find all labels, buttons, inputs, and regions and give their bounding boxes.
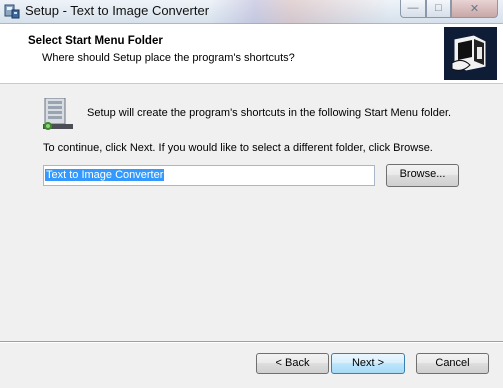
start-menu-folder-icon	[43, 98, 73, 130]
maximize-button[interactable]: □	[426, 0, 451, 18]
installer-computer-icon	[444, 27, 497, 80]
cancel-button[interactable]: Cancel	[416, 353, 489, 374]
browse-button[interactable]: Browse...	[386, 164, 459, 187]
minimize-icon: —	[407, 2, 419, 14]
page-subtitle: Where should Setup place the program's s…	[42, 52, 295, 64]
folder-input-selected-text: Text to Image Converter	[45, 169, 165, 181]
setup-app-icon	[4, 4, 20, 19]
back-button[interactable]: < Back	[256, 353, 329, 374]
shortcut-info-text: Setup will create the program's shortcut…	[87, 107, 452, 119]
next-button[interactable]: Next >	[331, 353, 405, 374]
wizard-header: Select Start Menu Folder Where should Se…	[0, 24, 503, 84]
titlebar-background-blur	[210, 0, 390, 24]
close-button[interactable]: ✕	[451, 0, 498, 18]
page-title: Select Start Menu Folder	[28, 35, 163, 47]
close-icon: ✕	[469, 3, 480, 15]
window-title: Setup - Text to Image Converter	[25, 3, 210, 18]
start-menu-folder-input[interactable]: Text to Image Converter	[43, 165, 375, 186]
footer-separator	[0, 341, 503, 343]
title-bar[interactable]: Setup - Text to Image Converter — □ ✕	[0, 0, 503, 24]
minimize-button[interactable]: —	[400, 0, 426, 18]
maximize-icon: □	[435, 2, 442, 14]
instruction-text: To continue, click Next. If you would li…	[43, 142, 433, 154]
